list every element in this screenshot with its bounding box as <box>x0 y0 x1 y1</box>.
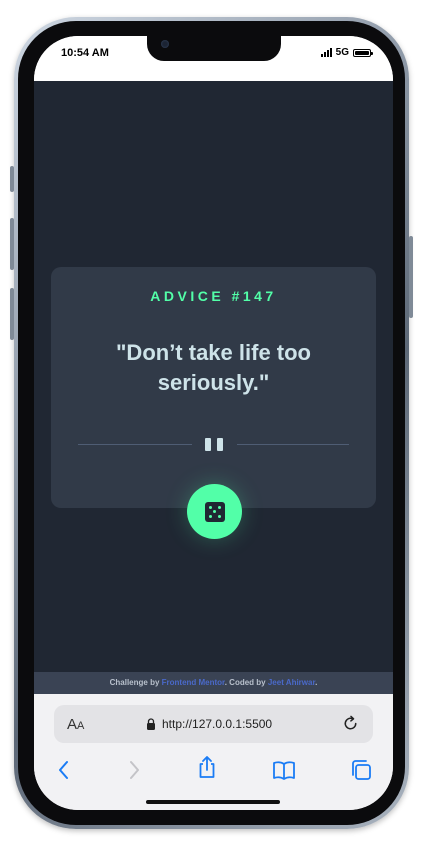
dice-icon <box>204 501 225 522</box>
author-link[interactable]: Jeet Ahirwar <box>268 678 315 687</box>
text-size-label-small: A <box>77 720 85 732</box>
browser-toolbar: AA http://127.0.0.1:5500 <box>34 694 393 810</box>
attribution-prefix: Challenge by <box>109 678 162 687</box>
volume-down-button <box>10 288 14 340</box>
advice-id: ADVICE #147 <box>150 288 277 304</box>
url-text: http://127.0.0.1:5500 <box>162 717 273 731</box>
text-size-button[interactable]: AA <box>67 716 84 733</box>
attribution-suffix: . <box>315 678 318 687</box>
share-icon[interactable] <box>194 754 220 780</box>
status-indicators: 5G <box>320 47 373 58</box>
new-advice-button[interactable] <box>187 484 242 539</box>
attribution: Challenge by Frontend Mentor. Coded by J… <box>34 672 393 694</box>
reload-icon[interactable] <box>341 714 360 733</box>
status-time: 10:54 AM <box>61 47 109 59</box>
browser-nav <box>34 754 393 787</box>
address-bar[interactable]: AA http://127.0.0.1:5500 <box>54 705 373 743</box>
notch <box>147 36 281 61</box>
lock-icon <box>147 718 155 730</box>
advice-app: ADVICE #147 "Don’t take life too serious… <box>34 81 393 672</box>
camera-icon <box>161 40 169 48</box>
forward-icon[interactable] <box>121 757 147 783</box>
mute-switch <box>10 166 14 192</box>
divider-left <box>78 444 192 445</box>
screen: 10:54 AM 5G ADVICE #147 "Don’t take life… <box>34 36 393 810</box>
signal-icon <box>320 48 332 57</box>
frontend-mentor-link[interactable]: Frontend Mentor <box>162 678 225 687</box>
tabs-icon[interactable] <box>348 757 374 783</box>
pause-divider-icon <box>205 438 223 451</box>
text-size-label: A <box>67 716 78 733</box>
divider-right <box>237 444 349 445</box>
network-label: 5G <box>335 47 349 58</box>
bookmarks-icon[interactable] <box>271 757 297 783</box>
attribution-middle: . Coded by <box>224 678 268 687</box>
volume-up-button <box>10 218 14 270</box>
advice-card: ADVICE #147 "Don’t take life too serious… <box>51 267 376 508</box>
battery-icon <box>353 48 373 57</box>
back-icon[interactable] <box>51 757 77 783</box>
power-button <box>409 236 413 318</box>
advice-quote: "Don’t take life too seriously." <box>116 340 311 395</box>
home-indicator[interactable] <box>146 800 280 804</box>
